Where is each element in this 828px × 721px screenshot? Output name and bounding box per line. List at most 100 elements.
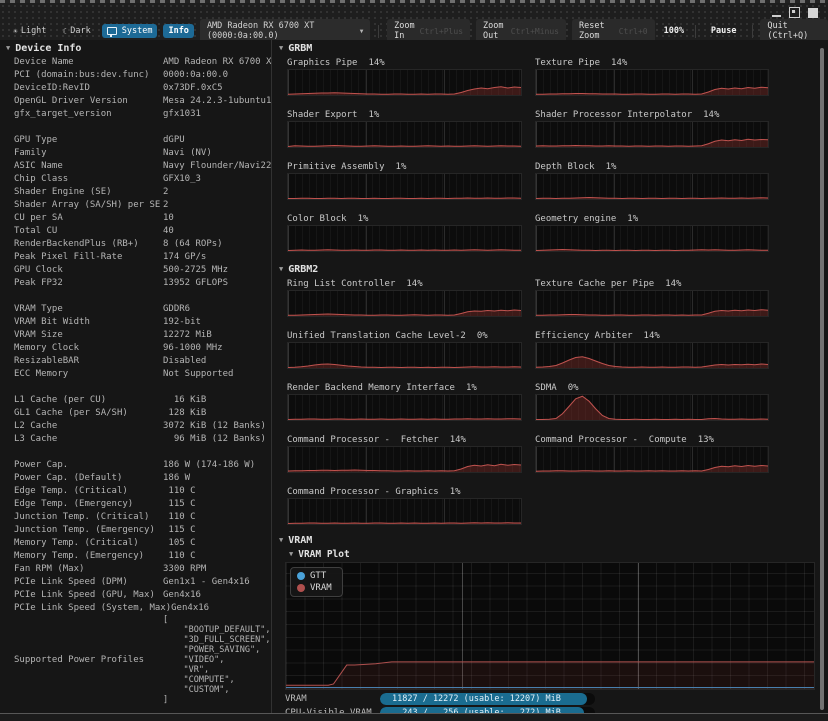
device-info-value: 174 GP/s xyxy=(163,251,206,264)
device-info-row: Memory Temp. (Emergency) 110 C xyxy=(0,550,271,563)
usage-chart: Render Backend Memory Interface1% xyxy=(287,382,522,422)
device-info-value: dGPU xyxy=(163,134,185,147)
device-info-label: L3 Cache xyxy=(14,433,163,446)
theme-dark-button[interactable]: ☾ Dark xyxy=(57,24,95,38)
chart-plot xyxy=(535,69,769,96)
device-info-label: Shader Engine (SE) xyxy=(14,186,163,199)
collapse-triangle-icon: ▼ xyxy=(6,44,10,52)
usage-chart: Command Processor - Compute13% xyxy=(535,434,769,474)
vram-header[interactable]: ▼ VRAM xyxy=(279,534,828,546)
device-info-row: PCIe Link Speed (DPM)Gen1x1 - Gen4x16 xyxy=(0,576,271,589)
usage-chart: Color Block1% xyxy=(287,213,522,253)
device-info-label: Power Cap. xyxy=(14,459,163,472)
device-info-label: PCIe Link Speed (System, Max) xyxy=(14,602,171,615)
usage-chart: Geometry engine1% xyxy=(535,213,769,253)
device-info-row: Memory Temp. (Critical) 105 C xyxy=(0,537,271,550)
pause-label: Pause xyxy=(711,26,737,36)
device-info-label: Supported Power Profiles xyxy=(14,654,163,667)
usage-chart: Texture Cache per Pipe14% xyxy=(535,278,769,318)
usage-chart: Primitive Assembly1% xyxy=(287,161,522,201)
chart-value: 14% xyxy=(368,58,384,68)
device-info-value: 186 W (174-186 W) xyxy=(163,459,255,472)
toolbar-separator xyxy=(752,25,753,38)
sun-icon: ☀ xyxy=(13,27,18,36)
device-info-value: 0000:0a:00.0 xyxy=(163,69,228,82)
toolbar-separator xyxy=(695,25,696,38)
chart-name: Geometry engine xyxy=(535,214,616,224)
device-info-row: Power Cap. (Default)186 W xyxy=(0,472,271,485)
device-info-row: Device NameAMD Radeon RX 6700 XT xyxy=(0,56,271,69)
device-info-row: Shader Array (SA/SH) per SE2 xyxy=(0,199,271,212)
chart-name: Render Backend Memory Interface xyxy=(287,383,455,393)
device-info-label: OpenGL Driver Version xyxy=(14,95,163,108)
device-info-label: L1 Cache (per CU) xyxy=(14,394,163,407)
device-info-row: Edge Temp. (Emergency) 115 C xyxy=(0,498,271,511)
device-info-row: Edge Temp. (Critical) 110 C xyxy=(0,485,271,498)
moon-icon: ☾ xyxy=(62,27,67,36)
grbm2-header[interactable]: ▼ GRBM2 xyxy=(279,263,828,275)
theme-light-button[interactable]: ☀ Light xyxy=(8,24,51,38)
device-info-value: Gen1x1 - Gen4x16 xyxy=(163,576,250,589)
chart-value: 14% xyxy=(406,279,422,289)
device-info-value: [ "BOOTUP_DEFAULT", "3D_FULL_SCREEN", "P… xyxy=(163,615,270,705)
toolbar-separator xyxy=(378,25,379,38)
info-tab-button[interactable]: Info xyxy=(163,24,193,38)
device-info-row: GPU TypedGPU xyxy=(0,134,271,147)
chart-plot xyxy=(535,225,769,252)
device-info-label: Junction Temp. (Critical) xyxy=(14,511,163,524)
device-info-row: ASIC NameNavy Flounder/Navi22 xyxy=(0,160,271,173)
monitor-icon xyxy=(107,27,117,35)
device-info-value: 186 W xyxy=(163,472,190,485)
device-info-row: Supported Power Profiles[ "BOOTUP_DEFAUL… xyxy=(0,615,271,705)
grbm-header[interactable]: ▼ GRBM xyxy=(279,42,828,54)
device-info-label: ASIC Name xyxy=(14,160,163,173)
reset-zoom-label: Reset Zoom xyxy=(579,21,614,41)
device-info-label: Power Cap. (Default) xyxy=(14,472,163,485)
pause-button[interactable]: Pause xyxy=(704,24,744,38)
device-info-section: GPU TypedGPUFamilyNavi (NV)ASIC NameNavy… xyxy=(0,134,271,290)
device-info-label: VRAM Type xyxy=(14,303,163,316)
minimize-button[interactable] xyxy=(772,15,781,17)
gtt-series-dot xyxy=(297,572,305,580)
device-info-value: Navi (NV) xyxy=(163,147,212,160)
device-info-label: Device Name xyxy=(14,56,163,69)
device-info-label: Edge Temp. (Emergency) xyxy=(14,498,163,511)
close-button[interactable] xyxy=(808,8,818,18)
legend-item[interactable]: VRAM xyxy=(297,583,332,593)
grbm2-title: GRBM2 xyxy=(288,264,318,275)
usage-chart: SDMA0% xyxy=(535,382,769,422)
device-info-value: Disabled xyxy=(163,355,206,368)
device-info-row: PCIe Link Speed (GPU, Max)Gen4x16 xyxy=(0,589,271,602)
chart-label: Geometry engine1% xyxy=(535,213,769,225)
device-info-value: Gen4x16 xyxy=(163,589,201,602)
maximize-button[interactable] xyxy=(789,7,800,18)
device-info-row: RenderBackendPlus (RB+)8 (64 ROPs) xyxy=(0,238,271,251)
legend-item[interactable]: GTT xyxy=(297,571,332,581)
chart-name: Unified Translation Cache Level-2 xyxy=(287,331,466,341)
chart-plot xyxy=(535,173,769,200)
chart-plot xyxy=(287,225,522,252)
window-chrome: ☀ Light ☾ Dark System Info AMD Radeon RX… xyxy=(0,3,828,40)
device-info-label: RenderBackendPlus (RB+) xyxy=(14,238,163,251)
device-info-label: Peak FP32 xyxy=(14,277,163,290)
chart-name: Shader Processor Interpolator xyxy=(535,110,692,120)
chart-label: Depth Block1% xyxy=(535,161,769,173)
chart-value: 1% xyxy=(368,110,379,120)
device-info-row: Total CU40 xyxy=(0,225,271,238)
chart-value: 13% xyxy=(698,435,714,445)
device-info-section: Device NameAMD Radeon RX 6700 XTPCI (dom… xyxy=(0,56,271,121)
memory-usage-text: 11827 / 12272 (usable: 12207) MiB xyxy=(392,693,561,705)
chart-label: Command Processor - Graphics1% xyxy=(287,486,522,498)
device-info-label: VRAM Bit Width xyxy=(14,316,163,329)
chart-name: Ring List Controller xyxy=(287,279,395,289)
theme-system-button[interactable]: System xyxy=(102,24,158,38)
vram-plot-header[interactable]: ▼ VRAM Plot xyxy=(289,548,828,560)
device-info-row: L1 Cache (per CU) 16 KiB xyxy=(0,394,271,407)
collapse-triangle-icon: ▼ xyxy=(279,536,283,544)
device-info-value: Navy Flounder/Navi22 xyxy=(163,160,271,173)
scrollbar[interactable] xyxy=(820,48,824,710)
device-info-row: VRAM Bit Width192-bit xyxy=(0,316,271,329)
device-info-value: gfx1031 xyxy=(163,108,201,121)
device-info-header[interactable]: ▼ Device Info xyxy=(6,42,271,54)
device-info-row: PCIe Link Speed (System, Max)Gen4x16 xyxy=(0,602,271,615)
